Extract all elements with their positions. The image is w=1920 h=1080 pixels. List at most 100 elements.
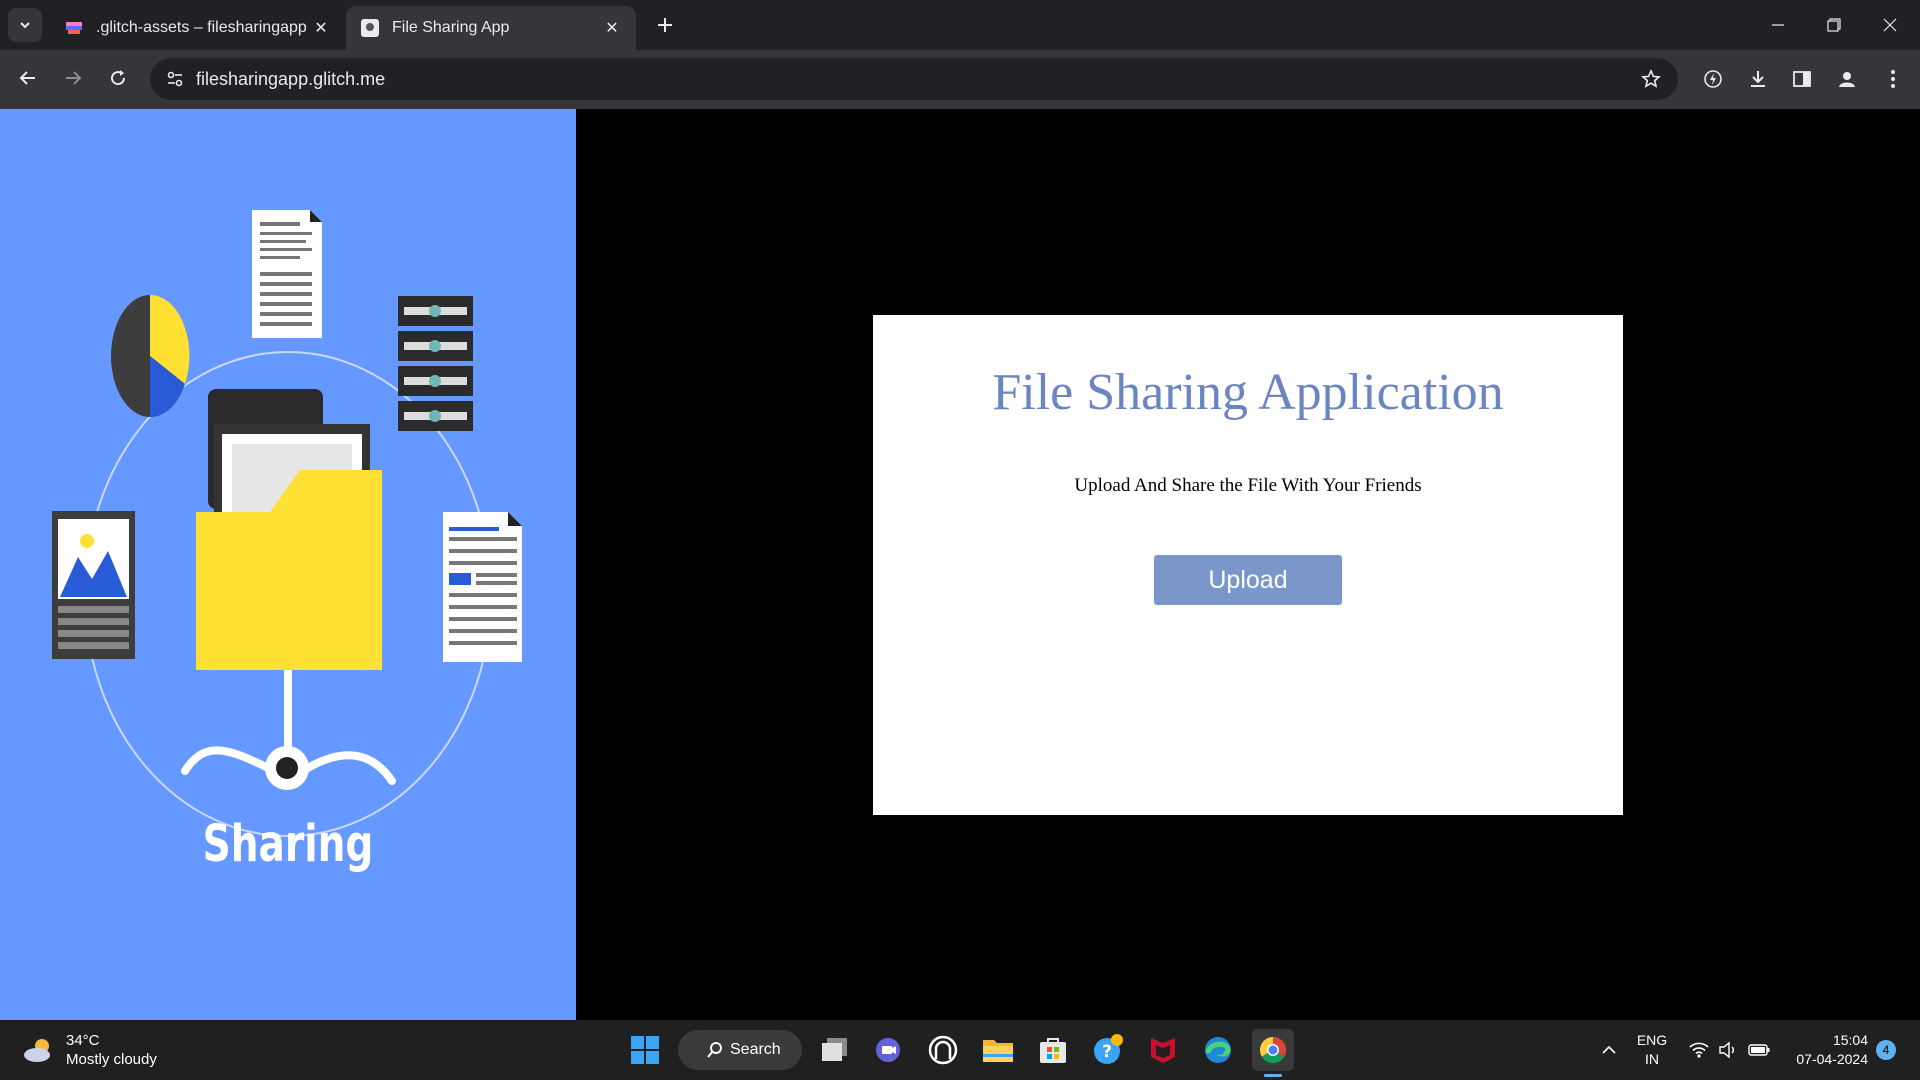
report-document-icon (443, 512, 522, 662)
notification-badge[interactable]: 4 (1876, 1040, 1896, 1060)
back-button[interactable] (10, 60, 46, 96)
edge-button[interactable] (1197, 1029, 1239, 1071)
forward-button[interactable] (55, 60, 91, 96)
help-button[interactable]: ? (1087, 1029, 1129, 1071)
search-icon (707, 1042, 722, 1058)
windows-taskbar: 34°C Mostly cloudy Search ? ENG IN 15:04… (0, 1020, 1920, 1080)
page-subtitle: Upload And Share the File With Your Frie… (1074, 475, 1422, 496)
close-tab-icon[interactable]: ✕ (602, 18, 622, 38)
reload-icon (111, 70, 126, 86)
performance-icon (1704, 70, 1722, 88)
chrome-button[interactable] (1252, 1029, 1294, 1071)
app-button[interactable] (922, 1029, 964, 1071)
address-bar[interactable]: filesharingapp.glitch.me (150, 58, 1678, 100)
page-title: File Sharing Application (992, 364, 1504, 421)
help-icon: ? (1094, 1034, 1123, 1064)
restore-icon (1827, 18, 1841, 32)
side-panel-icon (1793, 71, 1811, 87)
language-indicator[interactable]: ENG IN (1628, 1031, 1676, 1069)
weather-condition: Mostly cloudy (66, 1051, 157, 1068)
folder-icon (196, 389, 382, 670)
restore-button[interactable] (1806, 0, 1862, 50)
file-explorer-button[interactable] (977, 1029, 1019, 1071)
downloads-button[interactable] (1742, 63, 1774, 95)
sharing-caption: Sharing (203, 814, 374, 873)
page-content: Sharing File Sharing Application Upload … (0, 109, 1920, 1020)
wifi-icon (1689, 1042, 1709, 1058)
system-clock[interactable]: 15:04 07-04-2024 (1778, 1031, 1868, 1069)
meet-button[interactable] (868, 1029, 910, 1071)
arrow-right-icon (66, 71, 82, 85)
reload-button[interactable] (100, 60, 136, 96)
meet-icon (876, 1038, 900, 1062)
more-vertical-icon (1891, 70, 1895, 88)
bookmark-star-button[interactable] (1636, 64, 1666, 94)
document-icon (252, 210, 322, 338)
tab-title: File Sharing App (392, 19, 510, 36)
plus-icon (658, 18, 672, 32)
close-tab-icon[interactable]: ✕ (311, 18, 331, 38)
profile-icon (1839, 72, 1855, 87)
svg-text:?: ? (1102, 1042, 1112, 1062)
sharing-illustration: Sharing (0, 109, 576, 1020)
app-icon (928, 1035, 958, 1065)
task-view-icon (822, 1038, 847, 1061)
show-hidden-icons-button[interactable] (1594, 1020, 1624, 1080)
url-text: filesharingapp.glitch.me (196, 69, 386, 89)
close-icon (1883, 18, 1897, 32)
store-icon (1040, 1038, 1066, 1063)
edge-icon (1205, 1037, 1231, 1063)
weather-temp: 34°C (66, 1032, 100, 1049)
side-panel-button[interactable] (1786, 63, 1818, 95)
chevron-down-icon (20, 22, 30, 29)
mcafee-button[interactable] (1142, 1029, 1184, 1071)
tab-search-button[interactable] (8, 8, 42, 42)
download-icon (1751, 71, 1765, 87)
file-explorer-icon (983, 1040, 1013, 1062)
language-line1: ENG (1636, 1032, 1668, 1048)
profile-button[interactable] (1831, 63, 1863, 95)
upload-card: File Sharing Application Upload And Shar… (873, 315, 1623, 815)
volume-icon (1719, 1041, 1734, 1059)
start-button[interactable] (624, 1029, 666, 1071)
share-connector-icon (181, 670, 396, 790)
page-favicon-icon (360, 18, 380, 38)
search-label: Search (730, 1041, 781, 1058)
minimize-icon (1772, 24, 1784, 26)
clock-date: 07-04-2024 (1796, 1051, 1868, 1067)
menu-button[interactable] (1877, 63, 1909, 95)
close-window-button[interactable] (1862, 0, 1918, 50)
arrow-left-icon (19, 71, 35, 85)
glitch-favicon-icon (64, 18, 84, 38)
partly-cloudy-icon (24, 1039, 50, 1062)
tab-title: .glitch-assets – filesharingapp (96, 19, 307, 36)
pie-chart-icon (111, 294, 190, 418)
chevron-up-icon (1602, 1045, 1616, 1054)
new-tab-button[interactable] (650, 10, 680, 40)
browser-toolbar: filesharingapp.glitch.me (0, 50, 1920, 109)
language-line2: IN (1645, 1051, 1659, 1067)
upload-button[interactable]: Upload (1154, 555, 1342, 605)
clock-time: 15:04 (1832, 1032, 1868, 1048)
tab-bar: .glitch-assets – filesharingapp ✕ File S… (0, 0, 1920, 50)
battery-icon (1748, 1044, 1770, 1056)
site-info-icon[interactable] (160, 64, 190, 94)
battery-status[interactable] (1744, 1020, 1774, 1080)
mcafee-icon (1151, 1038, 1175, 1063)
chrome-icon (1259, 1036, 1287, 1064)
start-icon (631, 1036, 659, 1064)
wifi-status[interactable] (1684, 1020, 1714, 1080)
active-app-indicator (1264, 1074, 1282, 1077)
minimize-button[interactable] (1750, 0, 1806, 50)
task-view-button[interactable] (814, 1029, 856, 1071)
performance-button[interactable] (1697, 63, 1729, 95)
tab-file-sharing-app[interactable]: File Sharing App ✕ (346, 6, 636, 50)
image-card-icon (52, 511, 135, 659)
volume-status[interactable] (1713, 1020, 1743, 1080)
store-button[interactable] (1032, 1029, 1074, 1071)
taskbar-search[interactable]: Search (678, 1030, 802, 1070)
tab-glitch-assets[interactable]: .glitch-assets – filesharingapp ✕ (50, 6, 345, 50)
server-icon (398, 296, 473, 431)
star-icon (1641, 69, 1661, 88)
weather-widget[interactable]: 34°C Mostly cloudy (22, 1030, 157, 1070)
